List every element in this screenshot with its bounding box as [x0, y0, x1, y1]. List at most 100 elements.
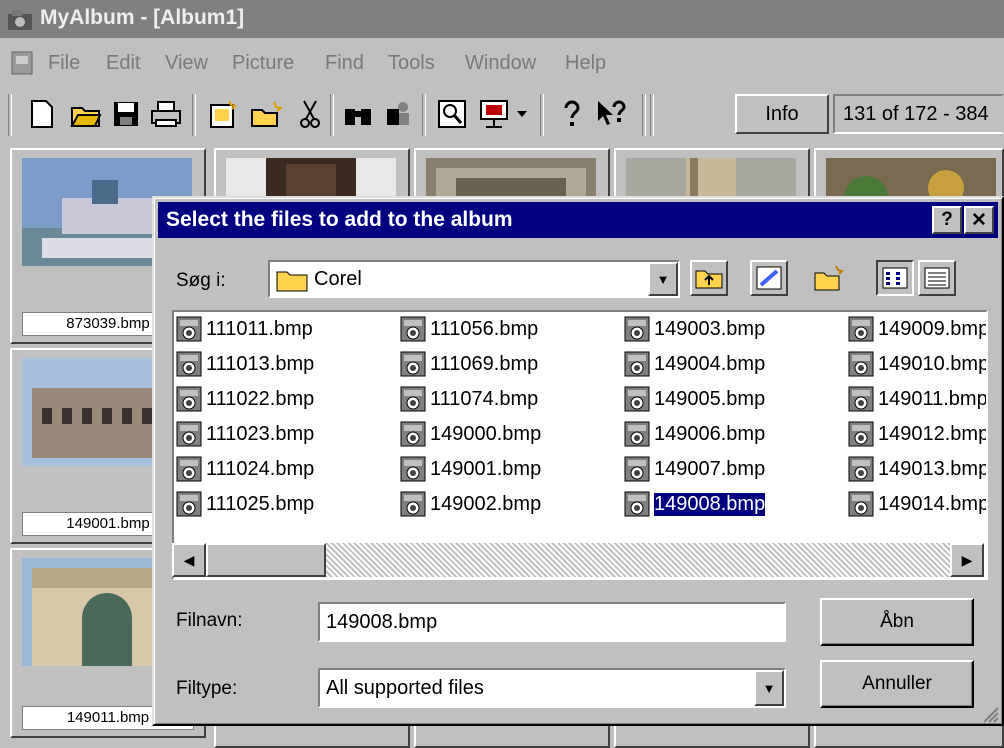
bitmap-file-icon [400, 421, 426, 447]
file-item[interactable]: 149009.bmp [848, 314, 988, 344]
bitmap-file-icon [848, 456, 874, 482]
file-item[interactable]: 111056.bmp [400, 314, 538, 344]
dialog-title-bar: Select the files to add to the album ? ✕ [158, 202, 998, 238]
list-view-icon[interactable] [876, 260, 914, 296]
file-item[interactable]: 149001.bmp [400, 454, 541, 484]
file-item[interactable]: 111025.bmp [176, 489, 314, 519]
file-name: 111024.bmp [206, 457, 315, 480]
chevron-down-icon[interactable]: ▼ [648, 262, 678, 296]
file-item[interactable]: 149014.bmp [848, 489, 988, 519]
file-name: 149000.bmp [430, 422, 542, 445]
file-name: 149006.bmp [654, 422, 766, 445]
file-name: 149009.bmp [878, 317, 988, 340]
bitmap-file-icon [176, 386, 202, 412]
filename-input[interactable]: 149008.bmp [318, 602, 786, 642]
bitmap-file-icon [400, 491, 426, 517]
desktop-icon[interactable] [750, 260, 788, 296]
chevron-down-icon[interactable]: ▼ [754, 670, 784, 706]
menu-view[interactable]: View [165, 52, 208, 75]
horizontal-scrollbar[interactable]: ◀ ▶ [172, 543, 984, 577]
resize-grip-icon[interactable] [980, 704, 1000, 724]
print-icon[interactable] [148, 96, 184, 132]
find-binoculars-icon[interactable] [340, 96, 376, 132]
menu-find[interactable]: Find [325, 52, 364, 75]
file-item[interactable]: 111013.bmp [176, 349, 314, 379]
bitmap-file-icon [176, 316, 202, 342]
cancel-button[interactable]: Annuller [820, 660, 974, 708]
bitmap-file-icon [848, 316, 874, 342]
file-name: 111069.bmp [430, 352, 539, 375]
file-item[interactable]: 149003.bmp [624, 314, 765, 344]
filename-value: 149008.bmp [326, 611, 438, 633]
file-item[interactable]: 149012.bmp [848, 419, 986, 449]
new-file-icon[interactable] [24, 96, 60, 132]
file-name: 111074.bmp [430, 387, 539, 410]
cut-icon[interactable] [292, 96, 328, 132]
file-name: 111022.bmp [206, 387, 315, 410]
bitmap-file-icon [176, 351, 202, 377]
menu-help[interactable]: Help [565, 52, 606, 75]
context-help-icon[interactable] [594, 96, 630, 132]
menu-picture[interactable]: Picture [232, 52, 294, 75]
file-list: 111011.bmp 111013.bmp 111022.bmp 111023.bmp… [172, 310, 988, 580]
filetype-dropdown[interactable]: All supported files ▼ [318, 668, 786, 708]
create-folder-icon[interactable] [810, 260, 848, 296]
file-item[interactable]: 149002.bmp [400, 489, 541, 519]
bitmap-file-icon [624, 456, 650, 482]
file-item[interactable]: 149008.bmp [624, 489, 767, 519]
zoom-icon[interactable] [434, 96, 470, 132]
file-name: 149008.bmp [652, 491, 767, 517]
scroll-right-icon[interactable]: ▶ [950, 543, 984, 577]
file-item[interactable]: 149007.bmp [624, 454, 765, 484]
file-item[interactable]: 149006.bmp [624, 419, 765, 449]
bitmap-file-icon [400, 351, 426, 377]
file-name: 149007.bmp [654, 457, 766, 480]
bitmap-file-icon [176, 456, 202, 482]
slideshow-dropdown-icon[interactable] [512, 96, 532, 132]
dialog-title: Select the files to add to the album [166, 208, 513, 231]
help-icon[interactable] [554, 96, 590, 132]
file-item[interactable]: 149004.bmp [624, 349, 765, 379]
menu-edit[interactable]: Edit [106, 52, 140, 75]
file-item[interactable]: 111024.bmp [176, 454, 314, 484]
file-item[interactable]: 149010.bmp [848, 349, 986, 379]
details-view-icon[interactable] [918, 260, 956, 296]
file-item[interactable]: 111022.bmp [176, 384, 314, 414]
lookin-dropdown[interactable]: Corel ▼ [268, 260, 680, 298]
file-item[interactable]: 149011.bmp [848, 384, 986, 414]
file-item[interactable]: 111074.bmp [400, 384, 538, 414]
file-item[interactable]: 111023.bmp [176, 419, 314, 449]
new-folder-icon[interactable] [248, 96, 284, 132]
file-item[interactable]: 149013.bmp [848, 454, 986, 484]
scrollbar-thumb[interactable] [206, 543, 326, 577]
bitmap-file-icon [176, 491, 202, 517]
slideshow-icon[interactable] [476, 96, 512, 132]
info-button[interactable]: Info [735, 94, 829, 134]
dialog-help-button[interactable]: ? [932, 206, 962, 234]
find-person-icon[interactable] [380, 96, 416, 132]
file-item[interactable]: 149000.bmp [400, 419, 541, 449]
file-name: 149014.bmp [878, 492, 988, 515]
file-item[interactable]: 111069.bmp [400, 349, 538, 379]
file-item[interactable]: 149005.bmp [624, 384, 765, 414]
open-folder-icon[interactable] [68, 96, 104, 132]
bitmap-file-icon [624, 491, 650, 517]
file-item[interactable]: 111011.bmp [176, 314, 313, 344]
bitmap-file-icon [624, 316, 650, 342]
save-icon[interactable] [108, 96, 144, 132]
menu-tools[interactable]: Tools [388, 52, 435, 75]
document-icon[interactable] [10, 50, 34, 76]
folder-icon [276, 271, 308, 292]
add-picture-icon[interactable] [204, 96, 240, 132]
file-name: 149004.bmp [654, 352, 766, 375]
up-folder-icon[interactable] [690, 260, 728, 296]
app-title: MyAlbum - [Album1] [40, 6, 245, 29]
bitmap-file-icon [624, 351, 650, 377]
bitmap-file-icon [624, 421, 650, 447]
dialog-close-button[interactable]: ✕ [964, 206, 994, 234]
menu-window[interactable]: Window [465, 52, 536, 75]
filetype-label: Filtype: [176, 678, 238, 699]
open-button[interactable]: Åbn [820, 598, 974, 646]
menu-file[interactable]: File [48, 52, 80, 75]
scroll-left-icon[interactable]: ◀ [172, 543, 206, 577]
